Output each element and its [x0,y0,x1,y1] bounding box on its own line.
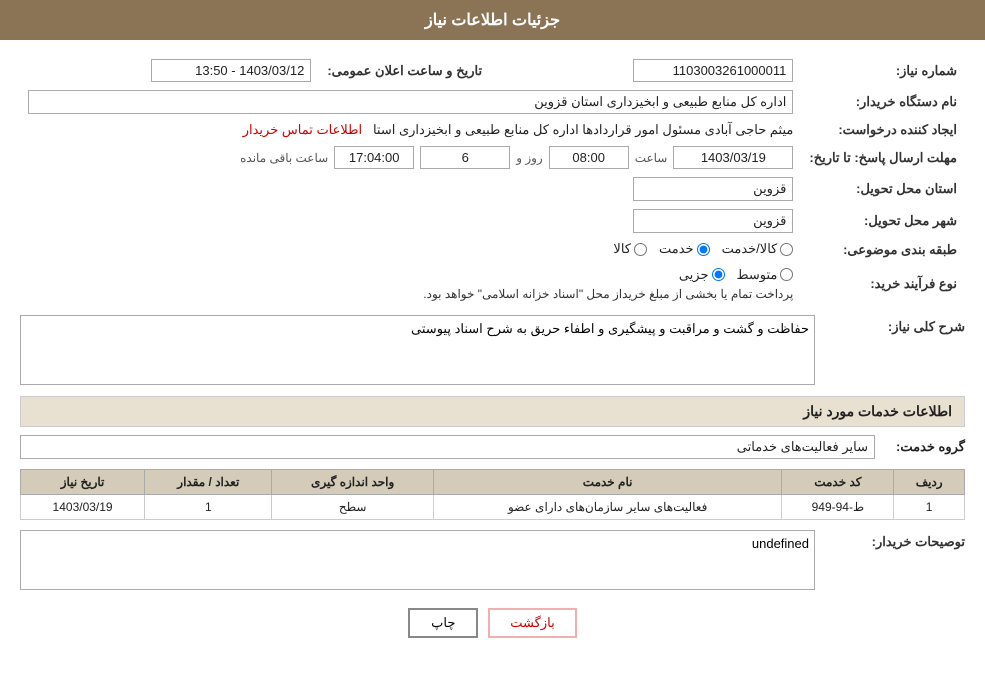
reply-days-label: روز و [516,151,543,165]
category-radio-group: کالا/خدمت خدمت کالا [613,241,793,257]
creator-label: ایجاد کننده درخواست: [801,118,965,142]
buyer-org-label: نام دستگاه خریدار: [801,86,965,118]
category-kala-radio[interactable] [634,243,647,256]
table-row: 1 ط-94-949 فعالیت‌های سایر سازمان‌های دا… [21,494,965,519]
print-button[interactable]: چاپ [408,608,478,638]
buyer-notes-label: توصیحات خریدار: [825,530,965,550]
service-group-label: گروه خدمت: [885,439,965,455]
col-unit: واحد اندازه گیری [272,469,433,494]
need-number-label: شماره نیاز: [801,55,965,86]
creator-contact-link[interactable]: اطلاعات تماس خریدار [243,122,362,137]
category-khidmat-radio[interactable] [697,243,710,256]
col-quantity: تعداد / مقدار [145,469,272,494]
creator-value: میثم حاجی آبادی مسئول امور قراردادها ادا… [373,122,793,137]
city-label: شهر محل تحویل: [801,205,965,237]
purchase-type-mutavasset[interactable]: متوسط [737,267,794,283]
cell-service-name: فعالیت‌های سایر سازمان‌های دارای عضو [433,494,781,519]
purchase-note: پرداخت تمام یا بخشی از مبلغ خریداز محل "… [423,287,793,301]
need-description-label: شرح کلی نیاز: [825,315,965,335]
cell-service-code: ط-94-949 [782,494,894,519]
cell-unit: سطح [272,494,433,519]
purchase-type-label: نوع فرآیند خرید: [801,263,965,305]
col-row-num: ردیف [894,469,965,494]
reply-remaining-label: ساعت باقی مانده [240,151,328,165]
services-section-header: اطلاعات خدمات مورد نیاز [20,396,965,427]
announce-datetime-label: تاریخ و ساعت اعلان عمومی: [319,55,502,86]
reply-days-value: 6 [420,146,510,169]
buyer-notes-textarea[interactable] [20,530,815,590]
col-need-date: تاریخ نیاز [21,469,145,494]
category-khidmat[interactable]: خدمت [659,241,710,257]
reply-time-label: ساعت [635,151,668,165]
category-kala-khidmat[interactable]: کالا/خدمت [722,241,794,257]
purchase-type-jozi-radio[interactable] [712,268,725,281]
need-description-textarea[interactable] [20,315,815,385]
buyer-org-value: اداره کل منابع طبیعی و ابخیزداری استان ق… [28,90,793,114]
return-button[interactable]: بازگشت [488,608,576,638]
col-service-code: کد خدمت [782,469,894,494]
page-title: جزئیات اطلاعات نیاز [425,12,560,29]
need-number-value: 1103003261000011 [633,59,793,82]
services-table: ردیف کد خدمت نام خدمت واحد اندازه گیری ت… [20,469,965,520]
page-header: جزئیات اطلاعات نیاز [0,0,985,40]
buttons-row: بازگشت چاپ [20,608,965,653]
reply-remaining-value: 17:04:00 [334,146,414,169]
announce-datetime-value: 1403/03/12 - 13:50 [151,59,311,82]
cell-quantity: 1 [145,494,272,519]
category-kala[interactable]: کالا [613,241,647,257]
service-group-value: سایر فعالیت‌های خدماتی [20,435,875,459]
province-value: قزوین [633,177,793,201]
reply-date-value: 1403/03/19 [673,146,793,169]
col-service-name: نام خدمت [433,469,781,494]
city-value: قزوین [633,209,793,233]
cell-need-date: 1403/03/19 [21,494,145,519]
reply-time-value: 08:00 [549,146,629,169]
category-label: طبقه بندی موضوعی: [801,237,965,263]
purchase-type-mutavasset-radio[interactable] [780,268,793,281]
category-kala-khidmat-radio[interactable] [780,243,793,256]
purchase-type-radio-group: متوسط جزیی [679,267,794,283]
province-label: استان محل تحویل: [801,173,965,205]
purchase-type-jozi[interactable]: جزیی [679,267,725,283]
reply-deadline-label: مهلت ارسال پاسخ: تا تاریخ: [801,142,965,173]
cell-row-num: 1 [894,494,965,519]
